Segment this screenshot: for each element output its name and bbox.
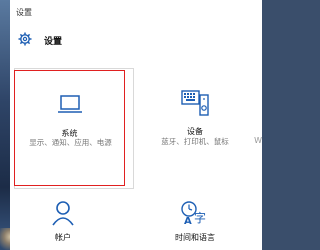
tile-system-desc: 显示、通知、应用、电源 — [29, 138, 112, 147]
next-tile-partial-text: W — [254, 136, 262, 145]
person-icon — [52, 201, 74, 226]
tile-devices[interactable]: 设备 蓝牙、打印机、鼠标 — [140, 88, 250, 147]
tile-devices-desc: 蓝牙、打印机、鼠标 — [161, 137, 229, 146]
devices-icon — [181, 90, 209, 116]
time-language-icon: A 字 — [181, 201, 206, 227]
tile-account-label: 帐户 — [55, 233, 71, 242]
page-title: 设置 — [44, 37, 63, 47]
svg-text:字: 字 — [194, 210, 206, 225]
tile-devices-label: 设备 — [187, 127, 203, 136]
tile-time-language-label: 时间和语言 — [175, 233, 215, 242]
window-title: 设置 — [16, 8, 32, 17]
tile-time-language[interactable]: A 字 时间和语言 — [150, 200, 240, 243]
tile-system[interactable]: 系统 显示、通知、应用、电源 — [14, 70, 125, 186]
laptop-icon — [58, 95, 82, 113]
svg-text:A: A — [184, 216, 192, 226]
tile-account[interactable]: 帐户 — [28, 200, 98, 243]
settings-window: 设置 设置 系统 显示、通知、应用、电源 设备 蓝牙、打印机、鼠标 W 帐户 A… — [10, 0, 262, 250]
gear-icon — [18, 32, 32, 46]
